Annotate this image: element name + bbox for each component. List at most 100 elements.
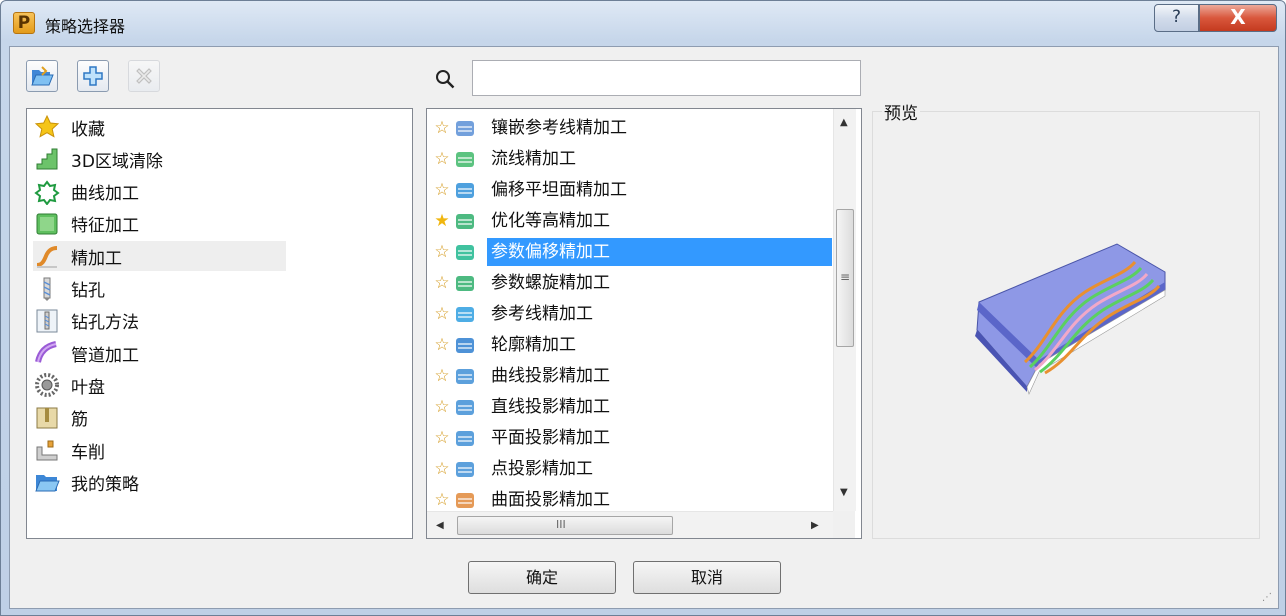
strategy-item[interactable]: ☆ 参数螺旋精加工 xyxy=(427,267,832,298)
category-item[interactable]: 筋 xyxy=(33,403,286,433)
area-clearance-icon xyxy=(33,145,61,173)
embedded-pattern-icon xyxy=(453,116,477,140)
preview-label: 预览 xyxy=(882,99,920,124)
resize-grip[interactable]: ⋰ xyxy=(1262,592,1276,606)
category-label: 3D区域清除 xyxy=(71,151,163,172)
vertical-scroll-thumb[interactable]: ≡ xyxy=(836,209,854,347)
strategy-item[interactable]: ☆ 曲线投影精加工 xyxy=(427,360,832,391)
scroll-down-arrow[interactable]: ▼ xyxy=(840,487,848,498)
dialog-client-area: 收藏 3D区域清除 曲线加工特征加工精加工钻孔钻孔方法管道加工叶盘筋车削我的策略 ☆… xyxy=(9,46,1279,609)
cancel-button[interactable]: 取消 xyxy=(633,561,781,594)
app-logo-icon: P xyxy=(13,12,35,34)
strategy-item[interactable]: ☆ 偏移平坦面精加工 xyxy=(427,174,832,205)
help-button[interactable]: ? xyxy=(1154,4,1199,32)
window-title: 策略选择器 xyxy=(45,17,126,36)
search-input[interactable] xyxy=(472,60,861,96)
delete-icon xyxy=(136,68,152,84)
add-icon xyxy=(83,66,103,86)
favorite-star-outline-icon[interactable]: ☆ xyxy=(433,490,451,510)
favorite-star-outline-icon[interactable]: ☆ xyxy=(433,335,451,355)
scroll-up-arrow[interactable]: ▲ xyxy=(840,117,848,128)
folder-icon xyxy=(33,468,61,496)
scroll-grip-glyph: ≡ xyxy=(840,270,851,284)
category-label: 叶盘 xyxy=(71,377,105,398)
line-projection-icon xyxy=(453,395,477,419)
category-item[interactable]: 管道加工 xyxy=(33,338,286,368)
category-label: 曲线加工 xyxy=(71,184,139,205)
strategy-item[interactable]: ☆ 点投影精加工 xyxy=(427,453,832,484)
category-label: 钻孔 xyxy=(71,281,105,301)
strategy-label: 参考线精加工 xyxy=(491,303,593,324)
drill-icon xyxy=(33,275,61,303)
favorite-star-outline-icon[interactable]: ☆ xyxy=(433,242,451,262)
rib-icon xyxy=(33,404,61,432)
parametric-spiral-icon xyxy=(453,271,477,295)
category-item[interactable]: 我的策略 xyxy=(33,467,286,497)
strategy-label: 点投影精加工 xyxy=(491,458,593,479)
favorite-star-filled-icon[interactable]: ★ xyxy=(433,211,451,231)
favorite-star-outline-icon[interactable]: ☆ xyxy=(433,366,451,386)
category-label: 车削 xyxy=(71,442,105,463)
favorite-star-outline-icon[interactable]: ☆ xyxy=(433,428,451,448)
title-bar[interactable]: P 策略选择器 ? X xyxy=(1,1,1285,45)
favorite-star-outline-icon[interactable]: ☆ xyxy=(433,459,451,479)
profile-finishing-icon xyxy=(453,333,477,357)
strategy-label: 参数偏移精加工 xyxy=(487,237,832,266)
strategy-item[interactable]: ☆ 流线精加工 xyxy=(427,143,832,174)
strategy-label: 直线投影精加工 xyxy=(491,396,610,417)
category-label: 管道加工 xyxy=(71,345,139,366)
curve-machining-icon xyxy=(33,178,61,206)
strategy-label: 曲面投影精加工 xyxy=(491,489,610,510)
category-item[interactable]: 车削 xyxy=(33,435,286,465)
strategy-selector-window: P 策略选择器 ? X 收藏 3D区域清除 曲线加工特征加工精加工钻孔钻孔方法管道加… xyxy=(0,0,1286,616)
horizontal-scrollbar[interactable]: ◀ III ▶ xyxy=(427,511,833,538)
scroll-grip-glyph: III xyxy=(556,518,566,531)
category-item[interactable]: 钻孔方法 xyxy=(33,306,286,336)
drilling-method-icon xyxy=(33,307,61,335)
parametric-offset-icon xyxy=(453,240,477,264)
favorite-star-outline-icon[interactable]: ☆ xyxy=(433,149,451,169)
category-list[interactable]: 收藏 3D区域清除 曲线加工特征加工精加工钻孔钻孔方法管道加工叶盘筋车削我的策略 xyxy=(26,108,413,539)
favorite-star-outline-icon[interactable]: ☆ xyxy=(433,304,451,324)
strategy-item[interactable]: ☆ 参考线精加工 xyxy=(427,298,832,329)
surface-projection-icon xyxy=(453,488,477,512)
favorite-star-outline-icon[interactable]: ☆ xyxy=(433,397,451,417)
strategy-item[interactable]: ★ 优化等高精加工 xyxy=(427,205,832,236)
favorite-star-outline-icon[interactable]: ☆ xyxy=(433,180,451,200)
category-item[interactable]: 特征加工 xyxy=(33,209,286,239)
scroll-left-arrow[interactable]: ◀ xyxy=(436,520,444,531)
category-label: 钻孔方法 xyxy=(71,313,139,334)
scroll-right-arrow[interactable]: ▶ xyxy=(811,520,819,531)
curve-projection-icon xyxy=(453,364,477,388)
category-item[interactable]: 曲线加工 xyxy=(33,177,286,207)
star-icon xyxy=(33,113,61,141)
offset-flat-icon xyxy=(453,178,477,202)
favorite-star-outline-icon[interactable]: ☆ xyxy=(433,273,451,293)
category-item[interactable]: 精加工 xyxy=(33,241,286,272)
horizontal-scroll-thumb[interactable]: III xyxy=(457,516,673,535)
close-button[interactable]: X xyxy=(1199,4,1277,32)
vertical-scrollbar[interactable]: ▲ ≡ ▼ xyxy=(833,109,856,511)
category-label: 特征加工 xyxy=(71,216,139,237)
strategy-preview-image xyxy=(975,243,1166,395)
strategy-label: 轮廓精加工 xyxy=(491,334,576,355)
turning-icon xyxy=(33,436,61,464)
strategy-item[interactable]: ☆ 参数偏移精加工 xyxy=(427,236,832,267)
category-label: 我的策略 xyxy=(71,474,139,495)
preview-panel xyxy=(872,111,1260,539)
open-folder-button[interactable] xyxy=(26,60,58,92)
add-strategy-button[interactable] xyxy=(77,60,109,92)
strategy-list[interactable]: ☆ 镶嵌参考线精加工 ☆ 流线精加工 ☆ 偏移平坦面精加工 ★ 优化等高精加工 ☆ 参数偏移精加工… xyxy=(426,108,862,539)
strategy-item[interactable]: ☆ 直线投影精加工 xyxy=(427,391,832,422)
category-item[interactable]: 钻孔 xyxy=(33,274,286,304)
strategy-item[interactable]: ☆ 平面投影精加工 xyxy=(427,422,832,453)
delete-strategy-button[interactable] xyxy=(128,60,160,92)
strategy-item[interactable]: ☆ 镶嵌参考线精加工 xyxy=(427,112,832,143)
strategy-item[interactable]: ☆ 轮廓精加工 xyxy=(427,329,832,360)
category-item[interactable]: 叶盘 xyxy=(33,370,286,400)
category-item[interactable]: 收藏 xyxy=(33,112,286,142)
favorite-star-outline-icon[interactable]: ☆ xyxy=(433,118,451,138)
ok-button[interactable]: 确定 xyxy=(468,561,616,594)
category-item[interactable]: 3D区域清除 xyxy=(33,144,286,174)
strategy-label: 镶嵌参考线精加工 xyxy=(491,117,627,138)
